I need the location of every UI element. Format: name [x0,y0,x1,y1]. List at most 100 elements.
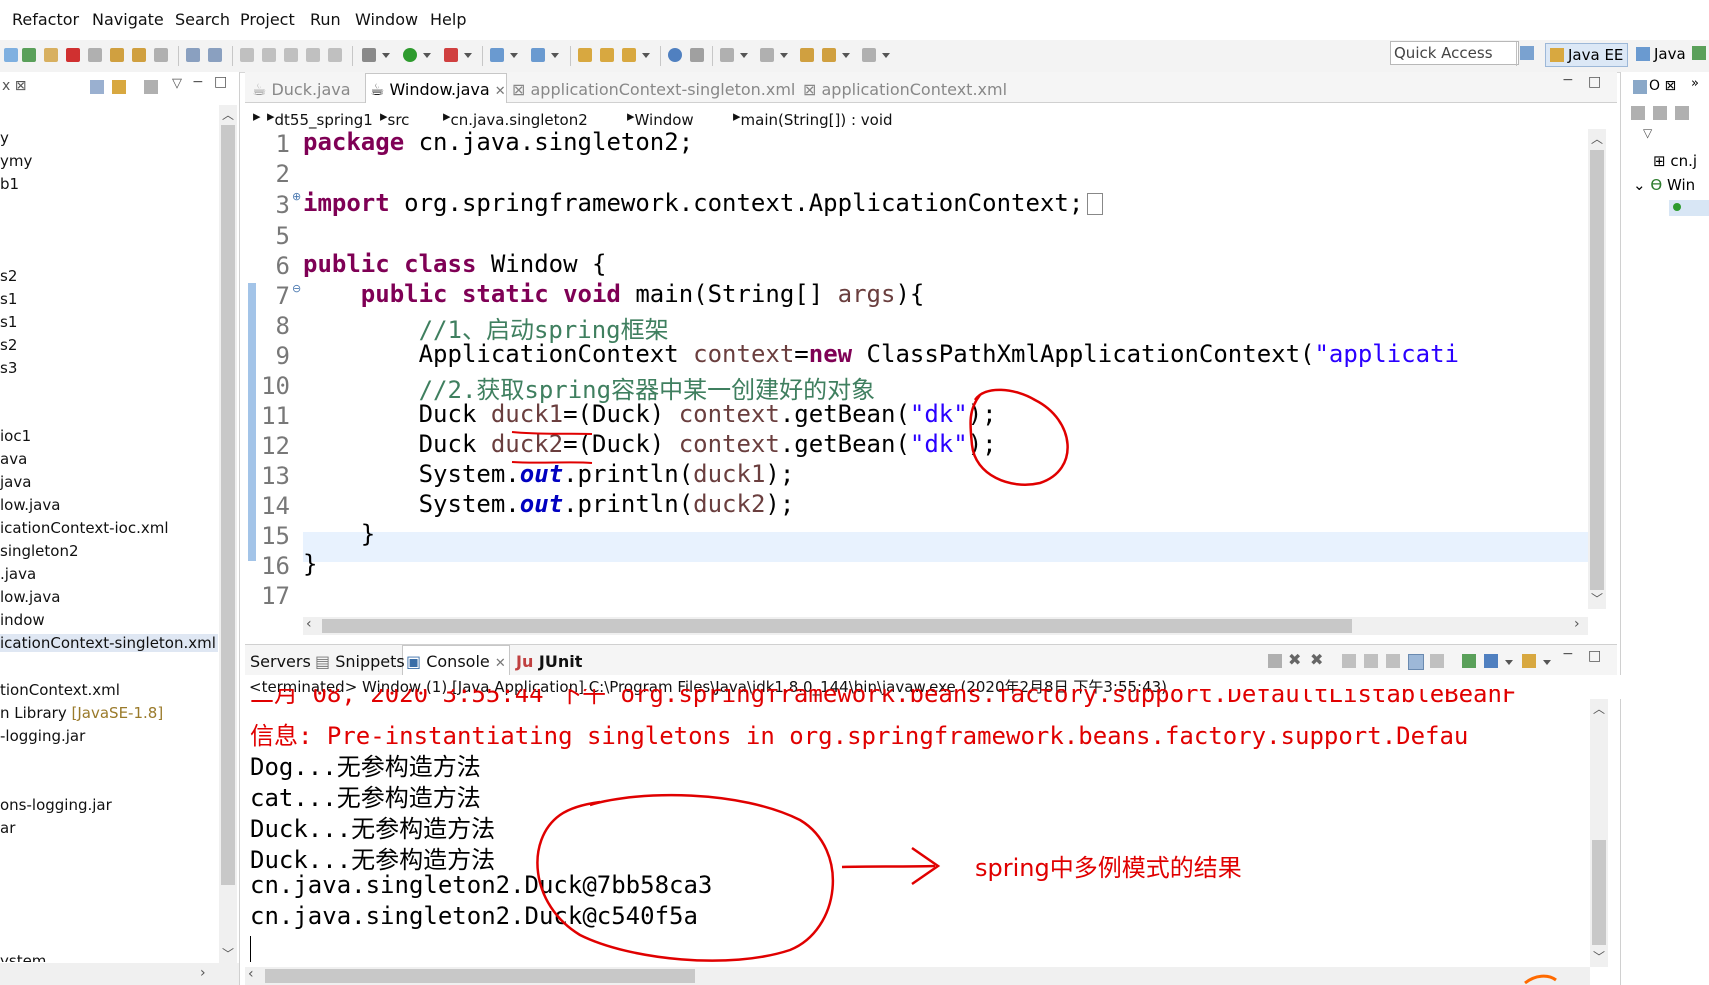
scroll-left-icon[interactable]: ‹ [248,966,254,982]
tab-junit[interactable]: Ju JUnit [516,652,582,671]
menu-refactor[interactable]: Refactor [12,10,79,29]
suspend-icon[interactable] [44,48,58,62]
terminate-icon[interactable] [66,48,80,62]
tree-item[interactable]: indow [0,611,45,629]
external-tools-icon[interactable] [444,48,458,62]
close-icon[interactable]: x ⊠ [2,78,26,94]
outline-class[interactable]: ⌄ Ɵ Win [1633,176,1695,194]
tree-item[interactable]: low.java [0,496,60,514]
tree-item-jre-library[interactable]: n Library [JavaSE-1.8] [0,704,163,722]
view-menu-icon[interactable]: ▽ [172,76,182,91]
tree-item[interactable]: y [0,129,9,147]
breadcrumb-class[interactable]: ▸ Window [627,107,694,129]
perspective-java[interactable]: Java [1632,43,1690,65]
tree-item[interactable]: .java [0,565,36,583]
step-return-icon[interactable] [154,48,168,62]
tree-item[interactable]: ystem [0,952,46,962]
more-views-icon[interactable]: » [1691,76,1699,91]
pin-icon[interactable] [240,48,254,62]
menu-help[interactable]: Help [430,10,466,29]
terminate-icon[interactable] [1268,654,1282,668]
remove-all-icon[interactable]: ✖ [1310,650,1323,669]
quick-access-input[interactable]: Quick Access [1390,41,1519,65]
step-over-icon[interactable] [132,48,146,62]
close-icon[interactable]: ✕ [495,84,506,99]
tab-servers[interactable]: Servers [250,652,311,671]
remove-launch-icon[interactable]: ✖ [1288,650,1301,669]
sort-icon[interactable] [1631,106,1645,120]
breadcrumb-src[interactable]: ▸ src [380,107,409,129]
collapse-all-icon[interactable] [90,80,104,94]
run-icon[interactable] [403,48,417,62]
tree-item[interactable]: s2 [0,267,17,285]
folded-imports-icon[interactable] [1087,193,1104,215]
outline-package[interactable]: ⊞ cn.j [1653,152,1697,170]
tab-outline[interactable]: O ⊠ [1649,78,1676,94]
scroll-down-icon[interactable]: ﹀ [222,945,234,962]
search-icon[interactable] [622,48,636,62]
tree-item[interactable]: icationContext-ioc.xml [0,519,169,537]
refresh-icon[interactable] [284,48,298,62]
scroll-right-icon[interactable]: › [200,965,206,981]
fold-expand-icon[interactable]: ⊕ [292,190,301,203]
tree-item[interactable]: s2 [0,336,17,354]
minimize-icon[interactable]: − [192,74,204,90]
disconnect-icon[interactable] [88,48,102,62]
minimize-icon[interactable]: − [1562,646,1574,662]
tree-item-selected[interactable]: icationContext-singleton.xml [0,634,218,652]
tree-item[interactable]: b1 [0,175,19,193]
toggle-mark-icon[interactable] [306,48,320,62]
tab-snippets[interactable]: ▤ Snippets [315,652,405,671]
tree-item[interactable]: s1 [0,313,17,331]
breadcrumb-project[interactable]: ▸ dt55_spring1 [267,107,373,129]
fold-collapse-icon[interactable]: ⊖ [292,282,301,295]
new-java-class-icon[interactable] [531,48,545,62]
maximize-icon[interactable]: □ [214,74,227,90]
debug-icon[interactable] [4,48,18,62]
scroll-down-icon[interactable]: ﹀ [1591,590,1603,607]
hide-fields-icon[interactable] [1653,106,1667,120]
toggle-breadcrumb-icon[interactable] [690,48,704,62]
perspective-java-ee[interactable]: Java EE [1545,43,1629,67]
link-editor-icon[interactable] [112,80,126,94]
step-into-icon[interactable] [110,48,124,62]
left-scroll-thumb[interactable] [221,125,235,885]
tree-item[interactable]: low.java [0,588,60,606]
previous-annotation-icon[interactable] [760,48,774,62]
tree-item[interactable]: ons-logging.jar [0,796,112,814]
editor-hscroll-thumb[interactable] [322,619,1352,633]
scroll-up-icon[interactable]: ︿ [1593,700,1605,717]
debug-perspective-icon[interactable] [1692,46,1706,60]
tree-item[interactable]: ava [0,450,27,468]
next-annotation-icon[interactable] [720,48,734,62]
maximize-icon[interactable]: □ [1588,74,1601,90]
minimize-icon[interactable]: − [1562,72,1574,88]
use-step-filters-icon[interactable] [208,48,222,62]
tab-console[interactable]: ▣ Console ✕ [406,652,506,671]
tree-item[interactable]: s3 [0,359,17,377]
globe-icon[interactable] [668,48,682,62]
back-icon[interactable] [822,48,836,62]
menu-run[interactable]: Run [310,10,341,29]
block-select-icon[interactable] [328,48,342,62]
scroll-lock-icon[interactable] [1364,654,1378,668]
tab-applicationcontext-singleton[interactable]: ⊠ applicationContext-singleton.xml [512,80,795,99]
close-icon[interactable]: ✕ [495,656,506,671]
filter-icon[interactable] [144,80,158,94]
resume-icon[interactable] [22,48,36,62]
show-stderr-icon[interactable] [1430,654,1444,668]
tab-applicationcontext[interactable]: ⊠ applicationContext.xml [803,80,1007,99]
tree-item[interactable]: ioc1 [0,427,31,445]
console-hscroll-thumb[interactable] [265,969,695,983]
scroll-left-icon[interactable]: ‹ [306,616,312,632]
settings-icon[interactable] [362,48,376,62]
new-server-icon[interactable] [490,48,504,62]
show-stdout-icon[interactable] [1408,654,1424,670]
tree-item[interactable]: ymy [0,152,32,170]
pin-console-icon[interactable] [1462,654,1476,668]
last-edit-icon[interactable] [800,48,814,62]
scroll-right-icon[interactable]: › [1574,616,1580,632]
open-type-icon[interactable] [578,48,592,62]
tab-window-java[interactable]: ☕ Window.java ✕ [370,80,506,99]
scroll-up-icon[interactable]: ︿ [1591,130,1603,147]
